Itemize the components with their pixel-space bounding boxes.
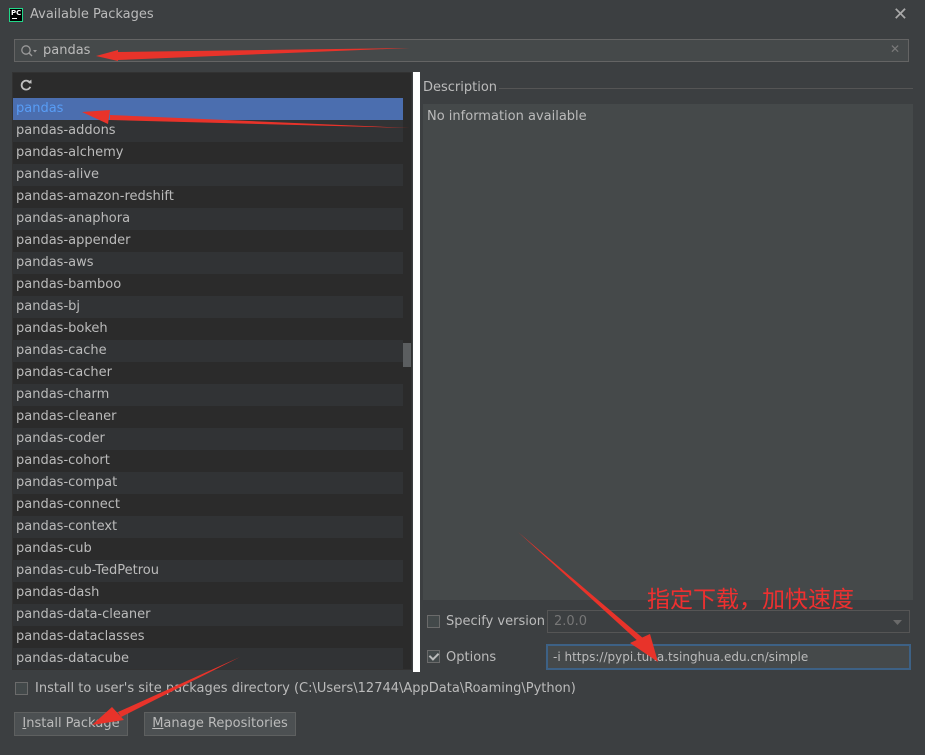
package-list-item[interactable]: pandas-datacube [13,648,403,669]
install-user-site-label: Install to user's site packages director… [35,681,576,696]
search-icon [21,45,37,57]
package-list-item[interactable]: pandas-context [13,516,403,538]
install-package-button[interactable]: Install Package [14,712,128,736]
specify-version-label: Specify version [446,614,546,629]
package-list-item[interactable]: pandas-data-cleaner [13,604,403,626]
window-title: Available Packages [30,7,154,22]
package-list-item[interactable]: pandas-connect [13,494,403,516]
package-list-item[interactable]: pandas-cache [13,340,403,362]
package-list-item[interactable]: pandas-cub-TedPetrou [13,560,403,582]
options-checkbox[interactable] [427,650,440,663]
package-list-item[interactable]: pandas-coder [13,428,403,450]
package-list-item[interactable]: pandas-addons [13,120,403,142]
install-user-site-checkbox[interactable] [15,682,28,695]
description-label: Description [423,80,498,95]
package-list-item[interactable]: pandas-dataclasses [13,626,403,648]
description-panel: No information available [423,104,913,600]
options-input[interactable] [553,649,903,665]
clear-search-icon[interactable]: ✕ [890,42,900,56]
pycharm-app-icon: PC [9,8,23,22]
package-list-item[interactable]: pandas-alchemy [13,142,403,164]
package-list: pandas pandas-addons pandas-alchemy pandas-… [13,98,403,669]
version-value: 2.0.0 [554,614,588,629]
options-field[interactable] [546,644,911,670]
package-list-item[interactable]: pandas-compat [13,472,403,494]
package-list-item[interactable]: pandas-amazon-redshift [13,186,403,208]
options-label: Options [446,650,497,665]
scrollbar-thumb[interactable] [403,343,411,367]
package-list-item[interactable]: pandas-bj [13,296,403,318]
package-list-item[interactable]: pandas-aws [13,252,403,274]
description-text: No information available [427,109,587,124]
package-list-item[interactable]: pandas-cub [13,538,403,560]
package-list-item[interactable]: pandas [13,98,403,120]
panel-divider[interactable] [413,72,420,672]
specify-version-checkbox[interactable] [427,615,440,628]
package-list-item[interactable]: pandas-bamboo [13,274,403,296]
chevron-down-icon [893,620,902,625]
package-list-panel: pandas pandas-addons pandas-alchemy pandas-… [12,72,412,670]
package-list-item[interactable]: pandas-appender [13,230,403,252]
title-bar: PC Available Packages ✕ [0,0,925,30]
package-list-item[interactable]: pandas-charm [13,384,403,406]
package-list-item[interactable]: pandas-bokeh [13,318,403,340]
list-scrollbar[interactable] [403,73,411,669]
package-list-item[interactable]: pandas-alive [13,164,403,186]
description-separator [499,88,913,89]
package-list-item[interactable]: pandas-cacher [13,362,403,384]
package-list-item[interactable]: pandas-anaphora [13,208,403,230]
refresh-icon[interactable] [19,78,33,92]
package-list-item[interactable]: pandas-cohort [13,450,403,472]
manage-repositories-button[interactable]: Manage Repositories [144,712,296,736]
close-icon[interactable]: ✕ [893,4,908,25]
package-list-item[interactable]: pandas-cleaner [13,406,403,428]
annotation-text: 指定下载，加快速度 [647,587,854,613]
search-field[interactable]: ✕ [14,39,909,62]
package-list-item[interactable]: pandas-dash [13,582,403,604]
search-input[interactable] [43,42,883,59]
